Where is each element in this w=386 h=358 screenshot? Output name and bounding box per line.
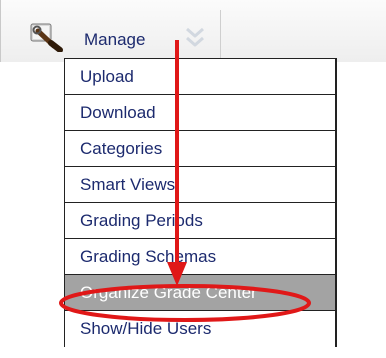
toolbar-left-border (0, 0, 1, 62)
menu-item-label: Show/Hide Users (80, 319, 212, 338)
menu-item-label: Grading Periods (80, 211, 203, 230)
menu-item-organize-grade-center[interactable]: Organize Grade Center (65, 275, 335, 311)
menu-item-download[interactable]: Download (65, 95, 335, 131)
menu-item-label: Grading Schemas (80, 247, 217, 266)
menu-item-grading-periods[interactable]: Grading Periods (65, 203, 335, 239)
menu-item-categories[interactable]: Categories (65, 131, 335, 167)
menu-item-smart-views[interactable]: Smart Views (65, 167, 335, 203)
chevron-down-icon[interactable] (184, 26, 206, 50)
toolbar-separator (220, 10, 221, 58)
manage-dropdown-menu: Upload Download Categories Smart Views G… (64, 58, 337, 347)
menu-item-show-hide-users[interactable]: Show/Hide Users (65, 311, 335, 347)
manage-menu-button[interactable]: Manage (18, 12, 222, 56)
menu-item-label: Categories (80, 139, 163, 158)
action-bar: Manage (0, 0, 386, 62)
menu-item-label: Download (80, 103, 156, 122)
wrench-icon (30, 23, 63, 52)
menu-item-label: Organize Grade Center (80, 283, 257, 302)
menu-item-label: Smart Views (80, 175, 176, 194)
menu-item-upload[interactable]: Upload (65, 59, 335, 95)
menu-item-grading-schemas[interactable]: Grading Schemas (65, 239, 335, 275)
manage-label: Manage (84, 30, 146, 49)
grade-center-manage-menu-screenshot: Manage Upload Download Categories Smart … (0, 0, 386, 358)
menu-item-label: Upload (80, 67, 134, 86)
